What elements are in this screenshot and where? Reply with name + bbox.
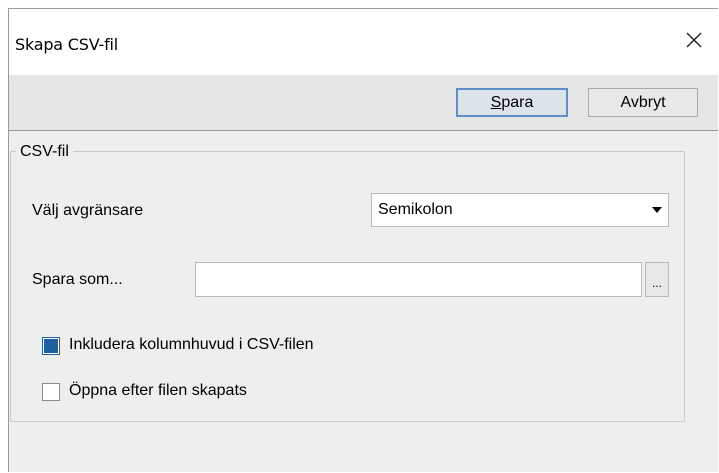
save-as-label: Spara som... (32, 271, 123, 288)
save-as-input[interactable] (195, 262, 642, 297)
save-button-mnemonic: S (490, 94, 502, 111)
browse-button[interactable]: ... (645, 262, 669, 297)
browse-button-label: ... (651, 276, 662, 290)
group-legend: CSV-fil (16, 143, 73, 161)
open-after-checkbox[interactable] (42, 383, 60, 401)
include-header-checkbox[interactable] (42, 337, 60, 355)
title-bar: Skapa CSV-fil (9, 9, 718, 75)
delimiter-select[interactable]: Semikolon (371, 193, 669, 227)
delimiter-select-value: Semikolon (378, 201, 453, 218)
include-header-label: Inkludera kolumnhuvud i CSV-filen (69, 336, 314, 353)
chevron-down-icon (652, 207, 662, 213)
delimiter-label: Välj avgränsare (32, 202, 144, 219)
close-icon (686, 32, 702, 48)
close-button[interactable] (680, 26, 708, 54)
dialog-title: Skapa CSV-fil (15, 35, 119, 54)
save-button[interactable]: Spara (456, 88, 568, 117)
cancel-button[interactable]: Avbryt (588, 88, 698, 117)
toolbar: Spara Avbryt (9, 75, 718, 131)
save-button-label: para (501, 94, 534, 111)
open-after-label: Öppna efter filen skapats (69, 382, 247, 399)
